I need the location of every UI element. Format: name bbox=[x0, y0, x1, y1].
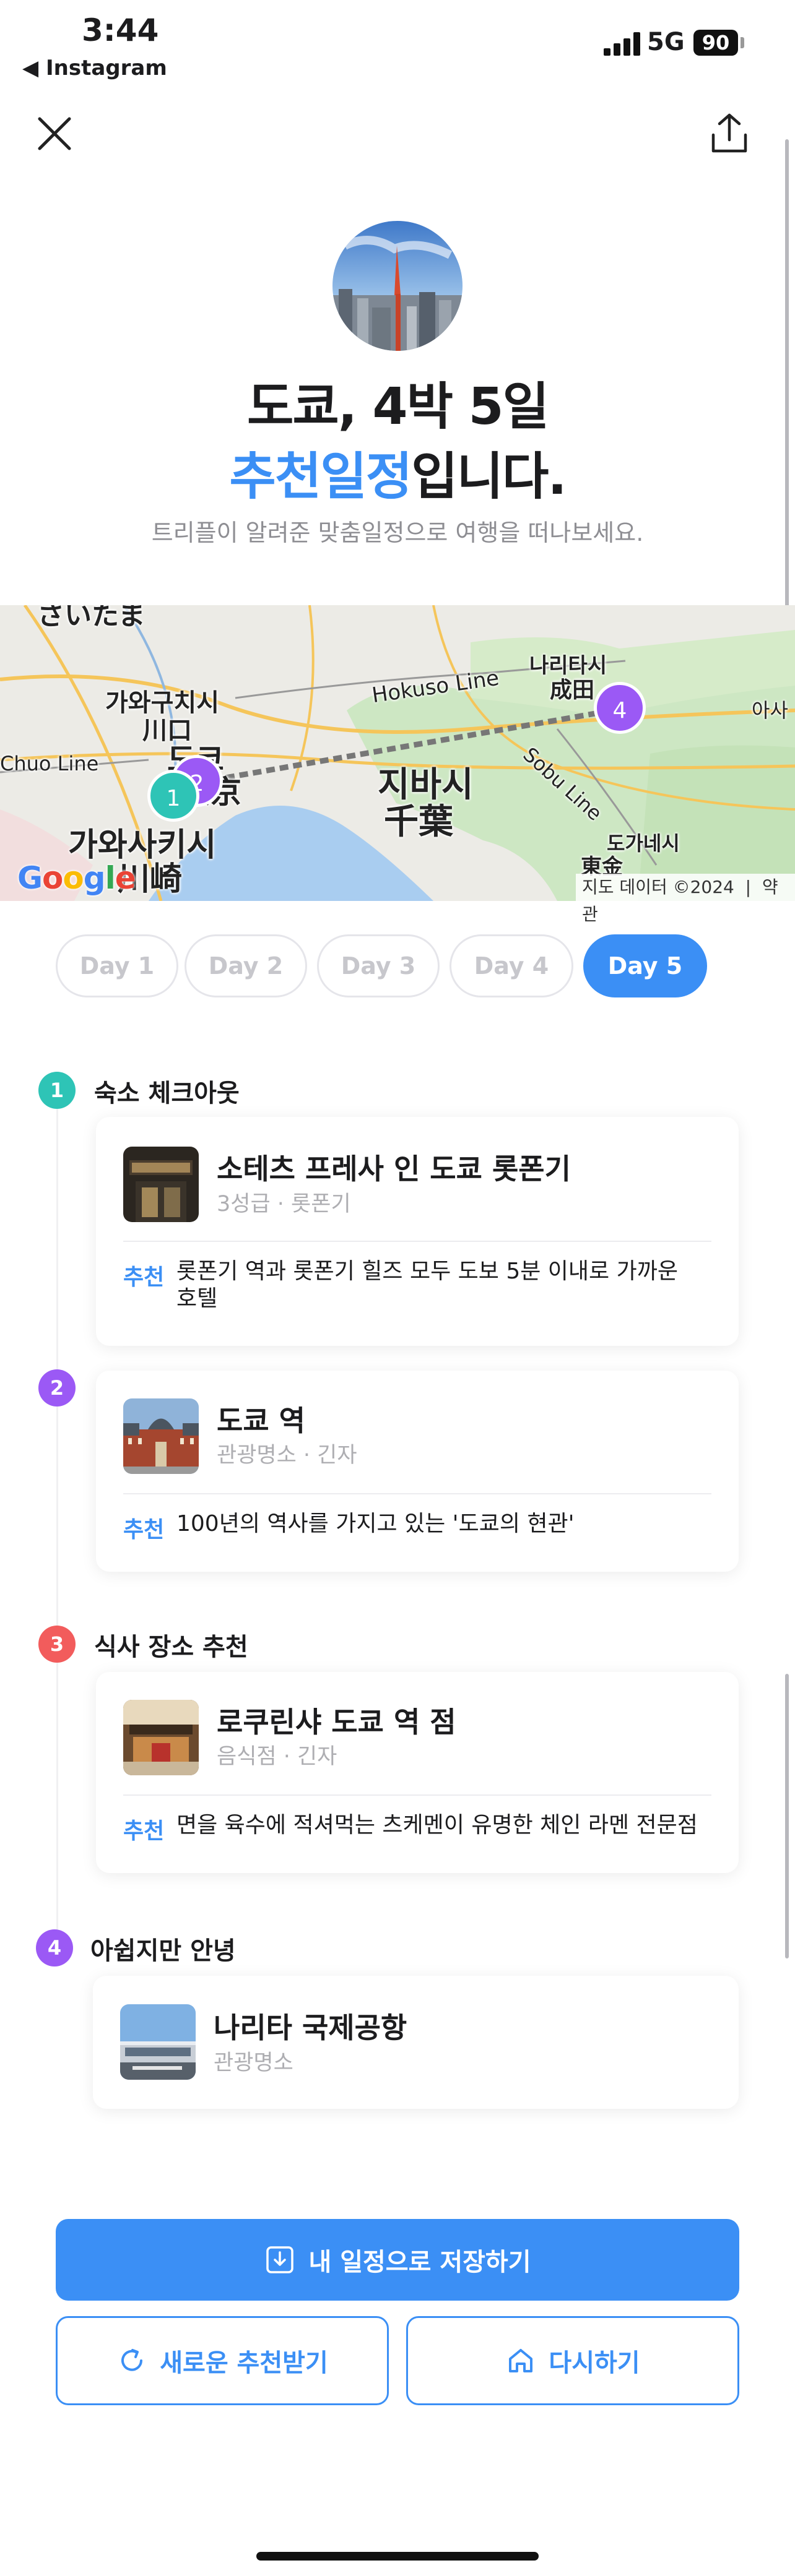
place-meta: 관광명소 · 긴자 bbox=[217, 1443, 357, 1468]
share-icon bbox=[711, 113, 747, 153]
recommend-label: 추천 bbox=[123, 1819, 165, 1844]
place-thumbnail bbox=[123, 1398, 199, 1474]
step-title-4: 아쉽지만 안녕 bbox=[90, 1937, 236, 1965]
page-subtitle: 트리플이 알려준 맞춤일정으로 여행을 떠나보세요. bbox=[151, 519, 644, 546]
download-icon bbox=[266, 2246, 294, 2273]
map-label-saitama: さいたま bbox=[37, 605, 146, 631]
new-recommendation-label: 새로운 추천받기 bbox=[160, 2349, 328, 2377]
home-indicator[interactable] bbox=[256, 2552, 539, 2561]
place-thumbnail bbox=[120, 2004, 196, 2080]
battery-icon: 90 bbox=[693, 30, 738, 56]
step-number-4: 4 bbox=[36, 1929, 73, 1966]
place-meta: 3성급 · 롯폰기 bbox=[217, 1192, 351, 1217]
destination-photo bbox=[332, 221, 463, 351]
step-number-2: 2 bbox=[38, 1369, 76, 1406]
card-divider bbox=[123, 1241, 711, 1242]
save-itinerary-button[interactable]: 내 일정으로 저장하기 bbox=[56, 2219, 739, 2301]
recommend-text: 100년의 역사를 가지고 있는 '도쿄의 현관' bbox=[176, 1511, 575, 1536]
recommend-label: 추천 bbox=[123, 1265, 165, 1290]
retry-label: 다시하기 bbox=[549, 2349, 640, 2377]
step-number-3: 3 bbox=[38, 1626, 76, 1663]
recommend-text: 롯폰기 역과 롯폰기 힐즈 모두 도보 5분 이내로 가까운 호텔 bbox=[176, 1258, 709, 1312]
refresh-icon bbox=[121, 2349, 143, 2371]
status-bar: 3:44 ◀ Instagram 5G 90 bbox=[0, 0, 795, 93]
recommend-label: 추천 bbox=[123, 1517, 165, 1543]
page-title-line2: 추천일정입니다. bbox=[0, 435, 795, 509]
map-label-chuo-line: Chuo Line bbox=[0, 752, 99, 775]
place-card-tokyo-station[interactable]: 도쿄 역 관광명소 · 긴자 추천 100년의 역사를 가지고 있는 '도쿄의 … bbox=[96, 1371, 739, 1572]
place-card-hotel[interactable]: 소테츠 프레사 인 도쿄 롯폰기 3성급 · 롯폰기 추천 롯폰기 역과 롯폰기… bbox=[96, 1117, 739, 1346]
title-accent: 추천일정 bbox=[229, 447, 412, 506]
page-title: 도쿄, 4박 5일 bbox=[246, 377, 549, 436]
tab-day-3[interactable]: Day 3 bbox=[317, 934, 440, 997]
signal-icon bbox=[604, 32, 641, 56]
map-label-chiba-jp: 千葉 bbox=[384, 802, 453, 842]
retry-button[interactable]: 다시하기 bbox=[406, 2316, 739, 2405]
recommend-text-line-2: 호텔 bbox=[176, 1286, 218, 1311]
recommend-text-line-1: 롯폰기 역과 롯폰기 힐즈 모두 도보 5분 이내로 가까운 bbox=[176, 1259, 678, 1284]
place-name[interactable]: 도쿄 역 bbox=[217, 1398, 305, 1439]
tab-day-1[interactable]: Day 1 bbox=[56, 934, 178, 997]
map-label-asahi: 아사 bbox=[752, 699, 788, 722]
battery-tip bbox=[741, 37, 744, 48]
network-type: 5G bbox=[647, 28, 685, 56]
google-logo: Google bbox=[17, 860, 136, 896]
place-name[interactable]: 나리타 국제공항 bbox=[214, 2005, 407, 2046]
tab-day-4[interactable]: Day 4 bbox=[450, 934, 573, 997]
place-card-airport[interactable]: 나리타 국제공항 관광명소 bbox=[93, 1976, 739, 2109]
close-button[interactable] bbox=[32, 111, 77, 156]
new-recommendation-button[interactable]: 새로운 추천받기 bbox=[56, 2316, 389, 2405]
place-meta: 음식점 · 긴자 bbox=[217, 1744, 337, 1769]
route-map[interactable]: さいたま 가와구치시 川口 도쿄 東京 가와사키시 川崎 지바시 千葉 나리타시… bbox=[0, 605, 795, 901]
place-thumbnail bbox=[123, 1147, 199, 1222]
map-credit-text: 지도 데이터 ©2024 bbox=[582, 877, 734, 897]
home-icon bbox=[509, 2349, 533, 2372]
title-suffix: 입니다. bbox=[411, 447, 567, 506]
close-icon bbox=[38, 117, 71, 150]
place-meta: 관광명소 bbox=[214, 2051, 293, 2075]
place-thumbnail bbox=[123, 1700, 199, 1775]
share-button[interactable] bbox=[706, 110, 753, 157]
map-pin-4[interactable]: 4 bbox=[594, 682, 646, 734]
card-divider bbox=[123, 1493, 711, 1494]
tab-day-5[interactable]: Day 5 bbox=[583, 934, 707, 997]
tab-day-2[interactable]: Day 2 bbox=[185, 934, 307, 997]
scrollbar-secondary[interactable] bbox=[785, 1674, 789, 1958]
map-label-narita-jp: 成田 bbox=[550, 678, 595, 703]
step-title-3: 식사 장소 추천 bbox=[94, 1633, 248, 1661]
map-attribution: 지도 데이터 ©2024 | 약관 bbox=[576, 874, 795, 924]
step-number-1: 1 bbox=[38, 1072, 76, 1109]
timeline-line bbox=[56, 1095, 58, 1943]
map-pin-1[interactable]: 1 bbox=[147, 770, 199, 822]
step-title-1: 숙소 체크아웃 bbox=[94, 1079, 240, 1108]
save-itinerary-label: 내 일정으로 저장하기 bbox=[308, 2248, 531, 2277]
status-time: 3:44 bbox=[82, 12, 159, 48]
card-divider bbox=[123, 1794, 711, 1796]
place-card-restaurant[interactable]: 로쿠린샤 도쿄 역 점 음식점 · 긴자 추천 면을 육수에 적셔먹는 츠케멘이… bbox=[96, 1672, 739, 1873]
recommend-text: 면을 육수에 적셔먹는 츠케멘이 유명한 체인 라멘 전문점 bbox=[176, 1812, 698, 1838]
back-to-app-link[interactable]: ◀ Instagram bbox=[22, 56, 167, 80]
place-name[interactable]: 로쿠린샤 도쿄 역 점 bbox=[217, 1700, 456, 1741]
place-name[interactable]: 소테츠 프레사 인 도쿄 롯폰기 bbox=[217, 1147, 571, 1187]
